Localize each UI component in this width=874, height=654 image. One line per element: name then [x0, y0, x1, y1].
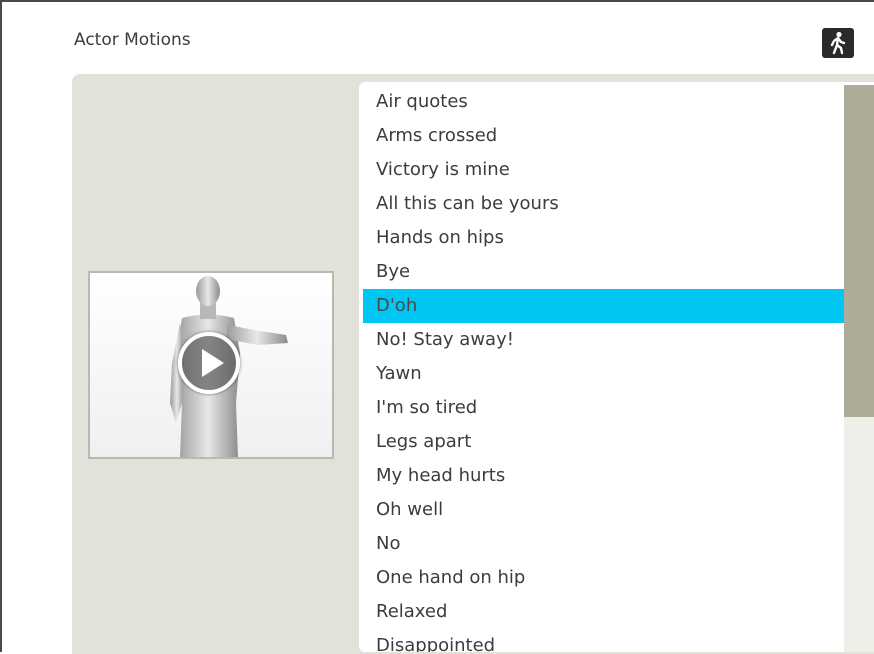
motion-list-item[interactable]: Legs apart	[363, 425, 844, 459]
motion-list-item[interactable]: Oh well	[363, 493, 844, 527]
motion-list-item[interactable]: D'oh	[363, 289, 844, 323]
motion-list-item[interactable]: Hands on hips	[363, 221, 844, 255]
list-scrollbar[interactable]	[844, 85, 874, 652]
motion-preview[interactable]	[88, 271, 334, 459]
panel-title: Actor Motions	[74, 30, 191, 50]
motion-list-item[interactable]: One hand on hip	[363, 561, 844, 595]
motion-list-item[interactable]: No	[363, 527, 844, 561]
motion-list-item[interactable]: Victory is mine	[363, 153, 844, 187]
scrollbar-thumb[interactable]	[844, 85, 874, 417]
motion-list-item[interactable]: No! Stay away!	[363, 323, 844, 357]
motion-list[interactable]: Air quotes Arms crossed Victory is mine All…	[359, 82, 874, 652]
motion-list-item[interactable]: Yawn	[363, 357, 844, 391]
motion-list-item[interactable]: My head hurts	[363, 459, 844, 493]
walk-mode-button[interactable]	[822, 28, 854, 58]
play-icon[interactable]	[178, 332, 240, 394]
motion-list-item[interactable]: All this can be yours	[363, 187, 844, 221]
motion-list-item[interactable]: Arms crossed	[363, 119, 844, 153]
motion-list-item[interactable]: Relaxed	[363, 595, 844, 629]
motion-list-item[interactable]: I'm so tired	[363, 391, 844, 425]
motion-list-item[interactable]: Air quotes	[363, 85, 844, 119]
walking-person-icon	[830, 31, 846, 55]
motion-list-item[interactable]: Disappointed	[363, 629, 844, 652]
motion-list-item[interactable]: Bye	[363, 255, 844, 289]
